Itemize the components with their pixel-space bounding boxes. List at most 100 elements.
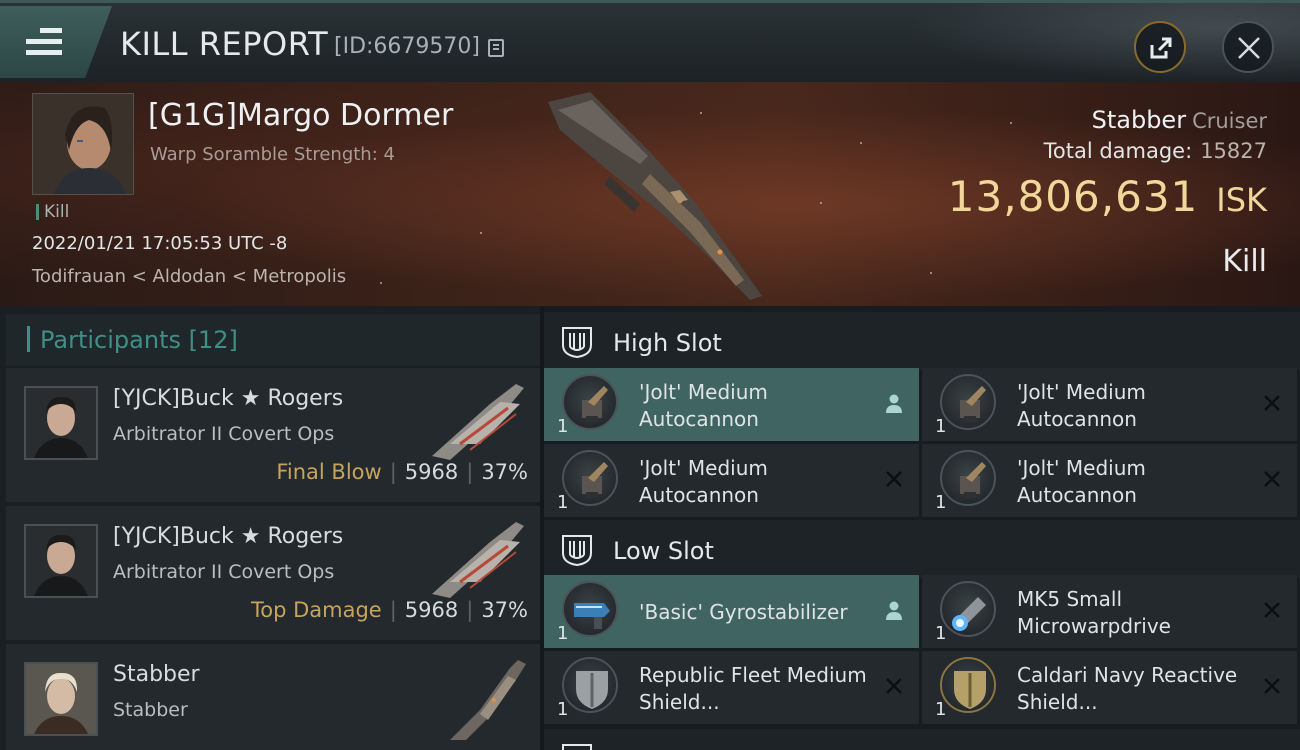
victim-name[interactable]: [G1G]Margo Dormer (148, 98, 453, 133)
shield-icon (562, 657, 618, 713)
module-name: 'Jolt' Medium Autocannon (639, 456, 768, 507)
autocannon-icon (940, 374, 996, 430)
victim-ship-image (548, 92, 762, 300)
participant-stats: Top Damage | 5968 | 37% (250, 598, 528, 622)
module-item[interactable]: 1 'Jolt' Medium Autocannon (922, 444, 1297, 517)
module-qty: 1 (557, 699, 569, 720)
total-damage-value: 15827 (1200, 139, 1267, 163)
participant-avatar[interactable] (24, 386, 98, 460)
x-icon (1264, 602, 1280, 618)
close-icon (1238, 37, 1260, 59)
participant-ship: Arbitrator II Covert Ops (113, 423, 335, 445)
menu-button[interactable] (0, 6, 112, 78)
participant-ship: Arbitrator II Covert Ops (113, 561, 335, 583)
menu-icon (26, 28, 62, 56)
isk-unit: ISK (1216, 181, 1267, 219)
autocannon-icon (940, 450, 996, 506)
shield-icon (940, 657, 996, 713)
module-name: 'Jolt' Medium Autocannon (639, 380, 768, 431)
participants-panel: Participants [12] [YJCK]Buck ★ Rogers Ar… (0, 306, 540, 750)
participant-percent: 37% (481, 460, 528, 484)
participant-name[interactable]: [YJCK]Buck ★ Rogers (113, 386, 343, 411)
module-qty: 1 (557, 623, 569, 644)
share-icon (1150, 37, 1172, 59)
kill-tag: Kill (36, 204, 69, 221)
participants-label: Participants [12] (40, 326, 238, 354)
result-label: Kill (1222, 244, 1267, 279)
isk-amount: 13,806,631 (947, 172, 1199, 221)
module-name: Republic Fleet Medium Shield... (639, 663, 867, 714)
low-slot-label: Low Slot (613, 537, 714, 565)
victim-banner: [G1G]Margo Dormer Warp Soramble Strength… (0, 82, 1300, 306)
participant-name[interactable]: Stabber (113, 662, 200, 687)
module-item[interactable]: 1 Caldari Navy Reactive Shield... (922, 651, 1297, 724)
module-item[interactable]: 1 'Jolt' Medium Autocannon (544, 444, 919, 517)
participant-row[interactable]: Stabber Stabber (6, 644, 540, 750)
high-slot-header: High Slot (544, 312, 1300, 370)
x-icon (886, 678, 902, 694)
module-qty: 1 (935, 699, 947, 720)
module-qty: 1 (935, 416, 947, 437)
x-icon (886, 471, 902, 487)
x-icon (1264, 678, 1280, 694)
module-item[interactable]: 1 'Jolt' Medium Autocannon (922, 368, 1297, 441)
victim-avatar[interactable] (32, 93, 134, 195)
kill-location[interactable]: Todifrauan < Aldodan < Metropolis (32, 266, 346, 287)
high-slot-label: High Slot (613, 329, 722, 357)
module-item[interactable]: 1 MK5 Small Microwarpdrive (922, 575, 1297, 648)
module-name: 'Jolt' Medium Autocannon (1017, 456, 1146, 507)
participant-damage: 5968 (404, 460, 459, 484)
x-icon (1264, 395, 1280, 411)
report-id: [ID:6679570] (334, 34, 480, 59)
kill-timestamp: 2022/01/21 17:05:53 UTC -8 (32, 233, 288, 254)
person-icon (886, 601, 902, 620)
participant-role: Final Blow (276, 460, 382, 484)
participant-avatar[interactable] (24, 662, 98, 736)
module-qty: 1 (557, 416, 569, 437)
low-slot-header: Low Slot (544, 520, 1300, 578)
victim-ship-name: Stabber (1091, 106, 1187, 134)
module-item[interactable]: 1 'Jolt' Medium Autocannon (544, 368, 919, 441)
participants-header: Participants [12] (6, 314, 540, 366)
share-button[interactable] (1134, 21, 1186, 73)
fitting-panel: High Slot 1 'Jolt' Medium Autocannon 1 '… (544, 306, 1300, 750)
x-icon (1264, 471, 1280, 487)
module-name: MK5 Small Microwarpdrive (1017, 587, 1171, 638)
top-bar: KILL REPORT [ID:6679570] (0, 0, 1300, 85)
mid-slot-header (544, 729, 1300, 750)
autocannon-icon (562, 450, 618, 506)
participant-row[interactable]: [YJCK]Buck ★ Rogers Arbitrator II Covert… (6, 506, 540, 640)
module-qty: 1 (935, 492, 947, 513)
participant-name[interactable]: [YJCK]Buck ★ Rogers (113, 524, 343, 549)
participant-ship-image (432, 384, 524, 460)
slot-icon (562, 327, 592, 359)
participant-ship-image (450, 660, 526, 740)
participant-damage: 5968 (404, 598, 459, 622)
isk-value: 13,806,631 ISK (948, 172, 1267, 221)
total-damage: Total damage: 15827 (1044, 139, 1267, 163)
autocannon-icon (562, 374, 618, 430)
module-name: 'Jolt' Medium Autocannon (1017, 380, 1146, 431)
participant-ship: Stabber (113, 699, 188, 721)
module-qty: 1 (557, 492, 569, 513)
close-button[interactable] (1222, 21, 1274, 73)
participant-role: Top Damage (250, 598, 382, 622)
total-damage-label: Total damage: (1043, 139, 1193, 163)
participant-ship-image (432, 522, 524, 598)
participant-row[interactable]: [YJCK]Buck ★ Rogers Arbitrator II Covert… (6, 368, 540, 502)
participant-avatar[interactable] (24, 524, 98, 598)
module-item[interactable]: 1 Republic Fleet Medium Shield... (544, 651, 919, 724)
person-icon (886, 394, 902, 413)
participant-stats: Final Blow | 5968 | 37% (276, 460, 528, 484)
microwarpdrive-icon (940, 581, 996, 637)
module-item[interactable]: 1 'Basic' Gyrostabilizer (544, 575, 919, 648)
slot-icon (562, 535, 592, 567)
slot-icon (562, 744, 592, 750)
module-name: Caldari Navy Reactive Shield... (1017, 663, 1238, 714)
module-qty: 1 (935, 623, 947, 644)
gyrostabilizer-icon (562, 581, 618, 637)
victim-subtitle: Warp Soramble Strength: 4 (150, 144, 395, 165)
copy-icon[interactable] (488, 39, 504, 57)
participant-percent: 37% (481, 598, 528, 622)
victim-ship-class: Cruiser (1192, 109, 1267, 133)
